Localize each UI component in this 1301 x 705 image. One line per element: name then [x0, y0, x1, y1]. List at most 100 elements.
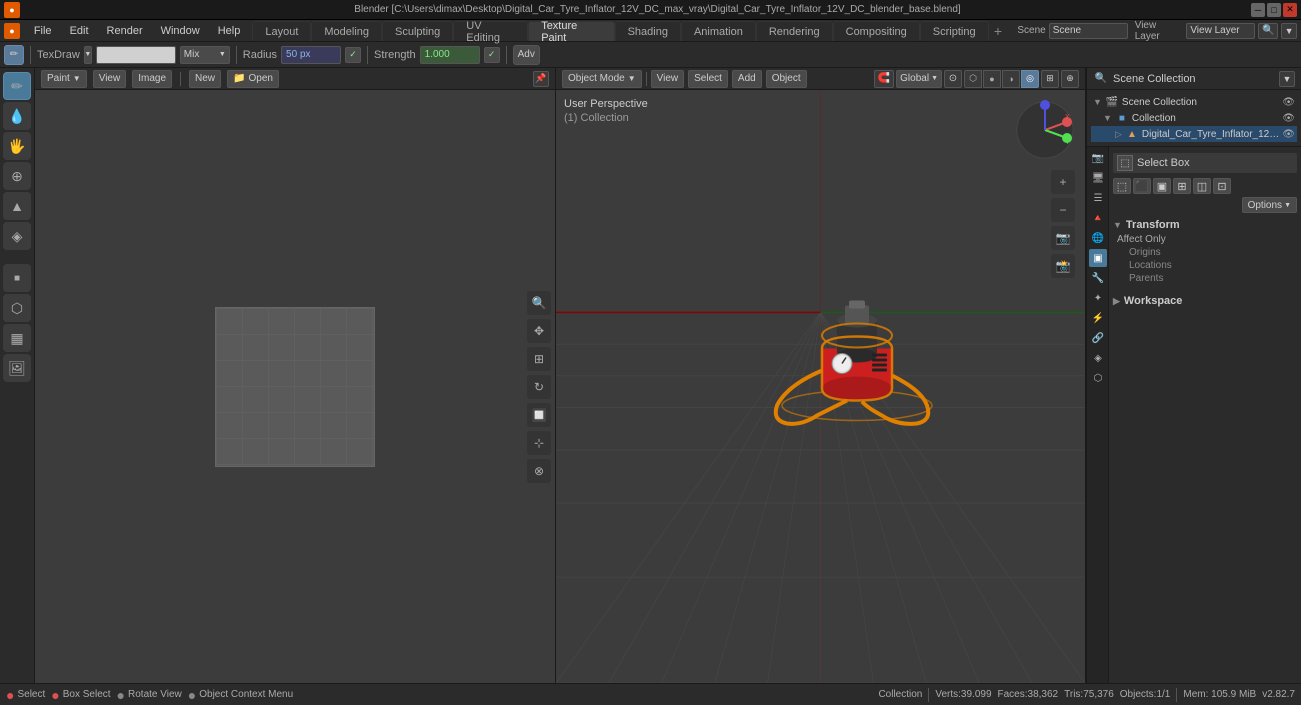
cursor-btn[interactable]: ⊹ — [527, 431, 551, 455]
blender-menu-logo[interactable]: ● — [4, 23, 20, 39]
select-btn[interactable]: Select — [688, 70, 728, 88]
close-button[interactable]: ✕ — [1283, 3, 1297, 17]
pan-btn[interactable]: ✥ — [527, 319, 551, 343]
rotate-btn[interactable]: ↻ — [527, 375, 551, 399]
minimize-button[interactable]: ─ — [1251, 3, 1265, 17]
view3d-btn[interactable]: 🔲 — [527, 403, 551, 427]
object-prop-icon[interactable]: ▣ — [1089, 249, 1107, 267]
pin-button[interactable]: 📌 — [533, 71, 549, 87]
collection-eye[interactable]: 👁 — [1282, 113, 1295, 124]
paint-canvas[interactable]: 🔍 ✥ ⊞ ↻ 🔲 ⊹ ⊗ — [35, 90, 555, 683]
brush-type-dropdown[interactable]: ▼ — [84, 46, 92, 64]
vp-camera[interactable]: 📷 — [1051, 226, 1075, 250]
workspace-section-header[interactable]: ▶ Workspace — [1113, 293, 1297, 309]
data-prop-icon[interactable]: ◈ — [1089, 349, 1107, 367]
smear-tool[interactable]: 🖐 — [3, 132, 31, 160]
paint-new-btn[interactable]: New — [189, 70, 221, 88]
strength-input[interactable]: 1.000 — [420, 46, 480, 64]
material-prop-icon[interactable]: ⬡ — [1089, 369, 1107, 387]
object-mode-btn[interactable]: Object Mode ▼ — [562, 70, 642, 88]
vp-zoom-in[interactable]: + — [1051, 170, 1075, 194]
snap-btn[interactable]: 🧲 — [874, 70, 894, 88]
display-btn-6[interactable]: ⊡ — [1213, 178, 1231, 194]
display-btn-3[interactable]: ▣ — [1153, 178, 1171, 194]
render-prop-icon[interactable]: 📷 — [1089, 149, 1107, 167]
tab-shading[interactable]: Shading — [615, 21, 681, 41]
display-btn-2[interactable]: ⬛ — [1133, 178, 1151, 194]
output-prop-icon[interactable]: 🖥 — [1089, 169, 1107, 187]
options-btn[interactable]: Options ▼ — [1242, 197, 1297, 213]
tab-uv-editing[interactable]: UV Editing — [453, 21, 528, 41]
adv-button[interactable]: Adv — [513, 45, 540, 65]
transform-section-header[interactable]: ▼ Transform — [1113, 217, 1297, 233]
object-eye[interactable]: 👁 — [1282, 129, 1295, 140]
wireframe-btn[interactable]: ⬡ — [964, 70, 982, 88]
outliner-filter-btn[interactable]: ▼ — [1279, 71, 1295, 87]
radius-checkmark[interactable]: ✓ — [345, 47, 361, 63]
scene-input[interactable]: Scene — [1049, 23, 1128, 39]
solid-btn[interactable]: ● — [983, 70, 1001, 88]
menu-help[interactable]: Help — [210, 23, 249, 39]
display-btn-4[interactable]: ⊞ — [1173, 178, 1191, 194]
outliner-scene-collection[interactable]: ▼ 🎬 Scene Collection 👁 — [1091, 94, 1297, 110]
outliner-object[interactable]: ▷ ▲ Digital_Car_Tyre_Inflator_12V_DC_obj… — [1091, 126, 1297, 142]
gizmo[interactable]: X Y Z — [1015, 100, 1075, 160]
menu-window[interactable]: Window — [153, 23, 208, 39]
window-controls[interactable]: ─ □ ✕ — [1251, 3, 1297, 17]
outliner-search-btn[interactable]: 🔍 — [1093, 71, 1109, 87]
tab-rendering[interactable]: Rendering — [756, 21, 833, 41]
pivot-btn[interactable]: ⊗ — [527, 459, 551, 483]
scene-collection-eye[interactable]: 👁 — [1282, 97, 1295, 108]
fill-tool[interactable]: ▲ — [3, 192, 31, 220]
particles-prop-icon[interactable]: ✦ — [1089, 289, 1107, 307]
draw-tool[interactable]: ✏ — [3, 72, 31, 100]
global-btn[interactable]: Global ▼ — [896, 70, 942, 88]
display-btn-5[interactable]: ◫ — [1193, 178, 1211, 194]
mask-tool[interactable]: ◈ — [3, 222, 31, 250]
menu-render[interactable]: Render — [99, 23, 151, 39]
palette-tool[interactable]: ⬡ — [3, 294, 31, 322]
paint-view-btn[interactable]: View — [93, 70, 127, 88]
add-workspace-button[interactable]: + — [989, 21, 1008, 41]
paint-image-btn[interactable]: Image — [132, 70, 172, 88]
zoom-in-btn[interactable]: 🔍 — [527, 291, 551, 315]
strength-checkmark[interactable]: ✓ — [484, 47, 500, 63]
outliner-collection[interactable]: ▼ ■ Collection 👁 — [1091, 110, 1297, 126]
viewport-canvas[interactable]: User Perspective (1) Collection X Y — [556, 90, 1085, 683]
proportional-edit-btn[interactable]: ⊙ — [944, 70, 962, 88]
menu-file[interactable]: File — [26, 23, 60, 39]
display-btn-1[interactable]: ⬚ — [1113, 178, 1131, 194]
zoom-fit-btn[interactable]: ⊞ — [527, 347, 551, 371]
world-prop-icon[interactable]: 🌐 — [1089, 229, 1107, 247]
tab-sculpting[interactable]: Sculpting — [382, 21, 453, 41]
add-btn[interactable]: Add — [732, 70, 762, 88]
modifiers-prop-icon[interactable]: 🔧 — [1089, 269, 1107, 287]
clone-tool[interactable]: ⊕ — [3, 162, 31, 190]
radius-input[interactable]: 50 px — [281, 46, 341, 64]
view-layer-prop-icon[interactable]: ☰ — [1089, 189, 1107, 207]
brush-tool-button[interactable]: ✏ — [4, 45, 24, 65]
image-tool[interactable]: 🖼 — [3, 354, 31, 382]
view-btn[interactable]: View — [651, 70, 685, 88]
paint-open-btn[interactable]: 📁 Open — [227, 70, 279, 88]
search-button[interactable]: 🔍 — [1258, 23, 1278, 39]
maximize-button[interactable]: □ — [1267, 3, 1281, 17]
menu-edit[interactable]: Edit — [62, 23, 97, 39]
tab-compositing[interactable]: Compositing — [833, 21, 920, 41]
view-layer-input[interactable]: View Layer — [1186, 23, 1255, 39]
scene-prop-icon[interactable]: 🔺 — [1089, 209, 1107, 227]
filter-button[interactable]: ▼ — [1281, 23, 1297, 39]
color-tool[interactable]: ■ — [3, 264, 31, 292]
vp-camera2[interactable]: 📸 — [1051, 254, 1075, 278]
tab-modeling[interactable]: Modeling — [311, 21, 382, 41]
tab-layout[interactable]: Layout — [252, 21, 311, 41]
tab-texture-paint[interactable]: Texture Paint — [528, 21, 614, 41]
color-preview[interactable] — [96, 46, 176, 64]
gradient-tool[interactable]: ▦ — [3, 324, 31, 352]
physics-prop-icon[interactable]: ⚡ — [1089, 309, 1107, 327]
tab-animation[interactable]: Animation — [681, 21, 756, 41]
overlay-btn[interactable]: ⊞ — [1041, 70, 1059, 88]
paint-mode-btn[interactable]: Paint ▼ — [41, 70, 87, 88]
constraints-prop-icon[interactable]: 🔗 — [1089, 329, 1107, 347]
object-btn[interactable]: Object — [766, 70, 807, 88]
